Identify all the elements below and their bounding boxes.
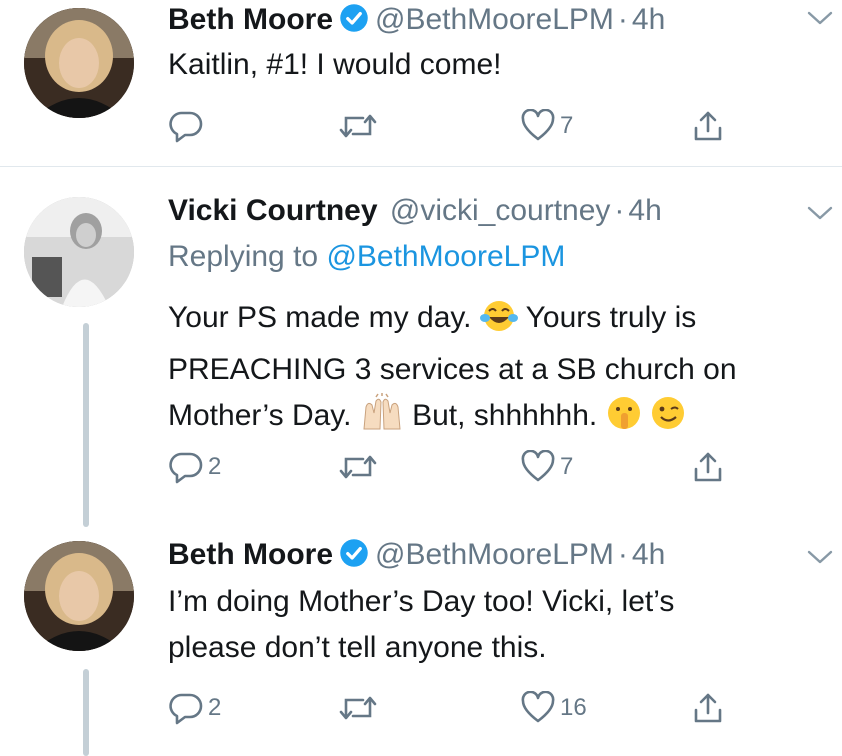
reply-icon: [168, 691, 204, 725]
chevron-down-icon[interactable]: [806, 8, 834, 33]
text-segment: Your PS made my day.: [168, 301, 472, 334]
tweet-text-line: Your PS made my day. Yours truly is: [168, 295, 838, 347]
verified-badge-icon: [339, 538, 369, 577]
retweet-icon: [338, 691, 378, 725]
avatar[interactable]: [24, 8, 134, 118]
retweet-button[interactable]: [338, 106, 382, 146]
reply-count: 2: [208, 694, 222, 721]
thread-line: [83, 669, 89, 756]
reply-mention-link[interactable]: @BethMooreLPM: [326, 240, 565, 273]
raising-hands-icon: [360, 393, 404, 445]
separator-dot: ·: [617, 538, 628, 571]
share-icon: [690, 108, 726, 144]
author-name[interactable]: Beth Moore: [168, 538, 333, 571]
text-segment: Mother’s Day.: [168, 399, 352, 432]
share-icon: [690, 690, 726, 726]
replying-to: Replying to @BethMooreLPM: [168, 239, 565, 275]
text-segment: Yours truly is: [525, 301, 697, 334]
tweet-text-line: Mother’s Day. But, shhhhhh.: [168, 393, 838, 445]
tweet-3[interactable]: Beth Moore @BethMooreLPM · 4h I’m doing Mot…: [0, 527, 842, 756]
tweet-actions: 7: [168, 106, 748, 146]
like-button[interactable]: 16: [520, 688, 587, 728]
retweet-button[interactable]: [338, 688, 382, 728]
retweet-icon: [338, 109, 378, 143]
separator-dot: ·: [614, 194, 625, 227]
timestamp[interactable]: 4h: [628, 194, 661, 227]
heart-icon: [520, 109, 556, 143]
reply-button[interactable]: 2: [168, 688, 221, 728]
reply-count: 2: [208, 453, 222, 480]
reply-icon: [168, 450, 204, 484]
separator-dot: ·: [617, 3, 628, 36]
share-button[interactable]: [690, 447, 726, 487]
replying-to-prefix: Replying to: [168, 240, 327, 273]
tweet-actions: 2 16: [168, 688, 748, 728]
tweet-header: Vicki Courtney @vicki_courtney · 4h: [168, 193, 662, 229]
retweet-icon: [338, 450, 378, 484]
tweet-header: Beth Moore @BethMooreLPM · 4h: [168, 2, 665, 42]
avatar[interactable]: [24, 541, 134, 651]
tweet-text: Kaitlin, #1! I would come!: [168, 48, 502, 81]
share-button[interactable]: [690, 106, 726, 146]
chevron-down-icon[interactable]: [806, 547, 834, 572]
tweet-text-line: PREACHING 3 services at a SB church on: [168, 353, 737, 386]
tweet-2[interactable]: Vicki Courtney @vicki_courtney · 4h Replyi…: [0, 167, 842, 527]
heart-icon: [520, 450, 556, 484]
thread-line: [83, 323, 89, 527]
reply-button[interactable]: [168, 106, 208, 146]
tweet-text: Your PS made my day. Yours truly is PREA…: [168, 295, 838, 445]
retweet-button[interactable]: [338, 447, 382, 487]
tweet-text-line: I’m doing Mother’s Day too! Vicki, let’s: [168, 585, 675, 618]
author-handle[interactable]: @BethMooreLPM: [375, 3, 614, 36]
like-button[interactable]: 7: [520, 447, 573, 487]
timestamp[interactable]: 4h: [632, 3, 665, 36]
face-with-tears-of-joy-icon: [479, 299, 518, 347]
like-button[interactable]: 7: [520, 106, 573, 146]
text-segment: But, shhhhhh.: [412, 399, 598, 432]
like-count: 16: [560, 694, 587, 721]
avatar[interactable]: [24, 197, 134, 307]
author-name[interactable]: Beth Moore: [168, 3, 333, 36]
chevron-down-icon[interactable]: [806, 203, 834, 228]
tweet-actions: 2 7: [168, 447, 748, 487]
reply-icon: [168, 109, 204, 143]
author-name[interactable]: Vicki Courtney: [168, 194, 378, 227]
share-button[interactable]: [690, 688, 726, 728]
timestamp[interactable]: 4h: [632, 538, 665, 571]
tweet-text-line: please don’t tell anyone this.: [168, 631, 547, 664]
like-count: 7: [560, 112, 574, 139]
verified-badge-icon: [339, 3, 369, 42]
tweet-1[interactable]: Beth Moore @BethMooreLPM · 4h Kaitlin, #1! …: [0, 0, 842, 166]
heart-icon: [520, 691, 556, 725]
tweet-text: I’m doing Mother’s Day too! Vicki, let’s…: [168, 579, 674, 671]
shushing-face-icon: [606, 395, 642, 445]
reply-button[interactable]: 2: [168, 447, 221, 487]
share-icon: [690, 449, 726, 485]
tweet-header: Beth Moore @BethMooreLPM · 4h: [168, 537, 665, 577]
author-handle[interactable]: @vicki_courtney: [390, 194, 611, 227]
winking-face-icon: [650, 395, 686, 445]
like-count: 7: [560, 453, 574, 480]
author-handle[interactable]: @BethMooreLPM: [375, 538, 614, 571]
